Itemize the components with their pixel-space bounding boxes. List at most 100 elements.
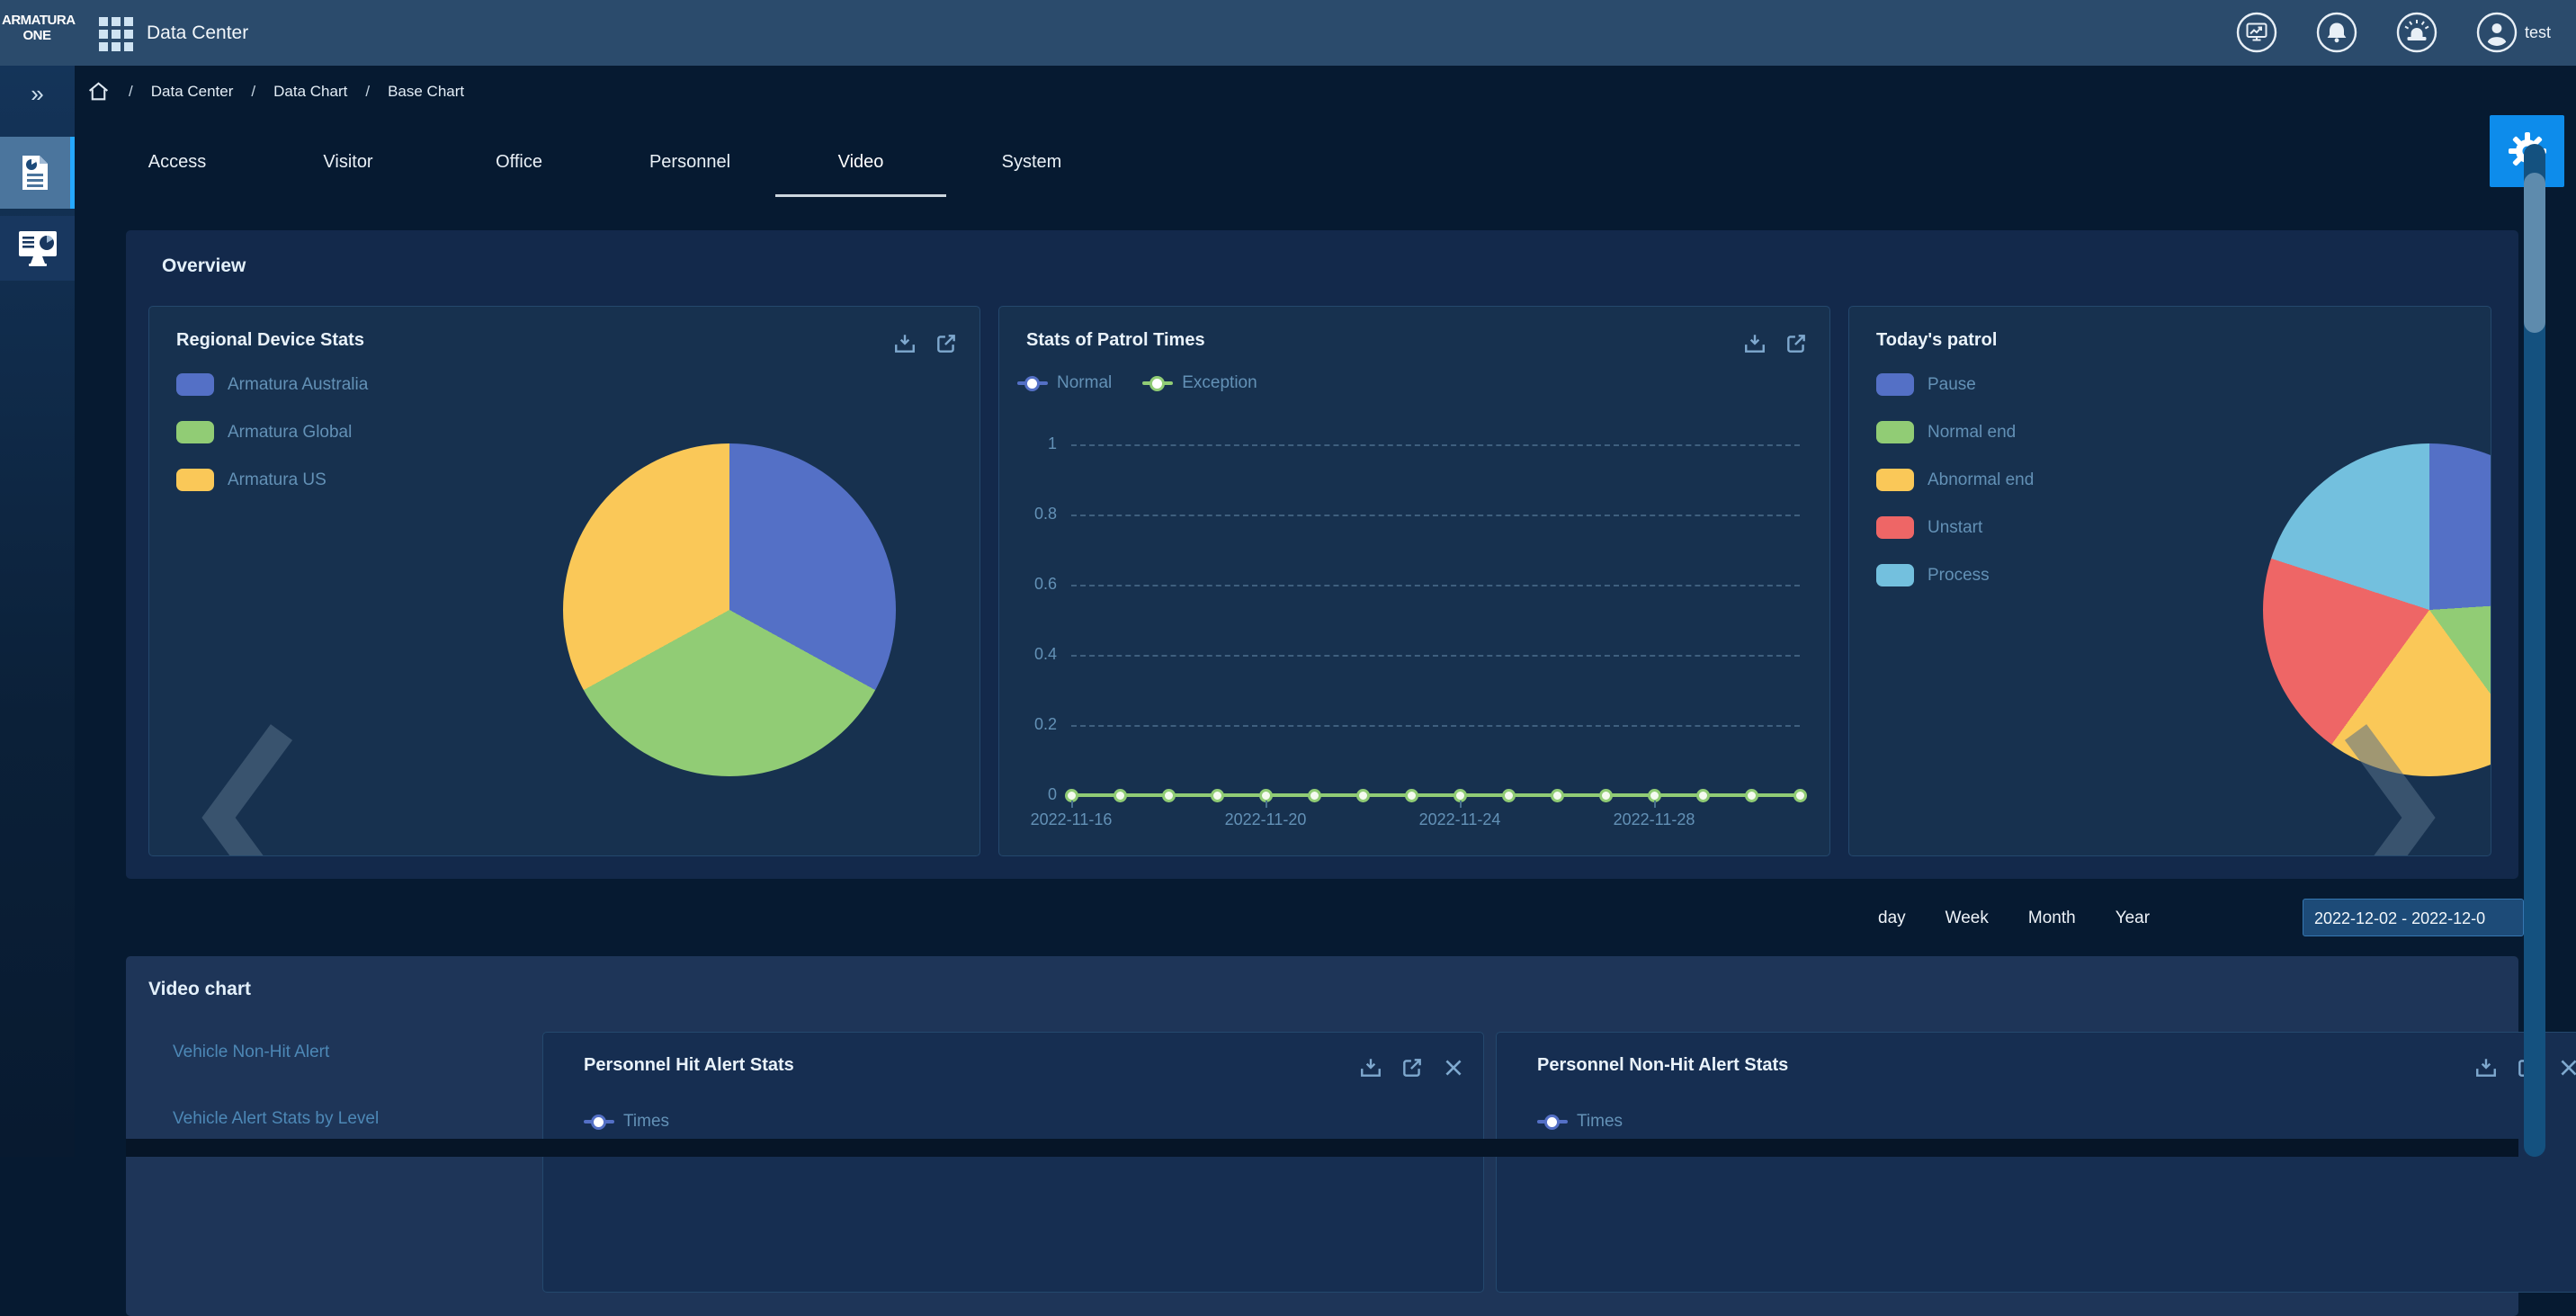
legend-swatch [1876,373,1914,396]
legend-swatch [1876,516,1914,539]
legend-item-process[interactable]: Process [1876,564,2034,586]
overview-panel: Overview Regional Device Stats Armatura … [126,230,2518,879]
legend-item-armatura-global[interactable]: Armatura Global [176,421,368,443]
legend-swatch [176,421,214,443]
topbar-actions: test [2236,12,2551,53]
legend-label: Normal end [1928,423,2016,443]
line-legend: Times [1537,1112,1623,1132]
card-todays-patrol: Today's patrol Pause Normal end Abnormal e… [1848,306,2491,856]
filter-month[interactable]: Month [2028,909,2076,928]
breadcrumb-item-base-chart[interactable]: Base Chart [388,83,464,101]
x-axis-tick-label: 2022-11-28 [1614,810,1695,829]
carousel-next-arrow-icon[interactable] [2339,721,2438,856]
data-point-marker [1745,789,1758,802]
sidebar-expand-icon[interactable]: » [0,80,75,108]
vertical-scrollbar-track[interactable] [2524,144,2545,1157]
data-point-marker [1114,789,1127,802]
data-point-marker [1793,789,1807,802]
tab-access[interactable]: Access [92,127,263,197]
open-external-icon[interactable] [935,332,958,355]
data-point-marker [1162,789,1176,802]
legend-item-armatura-australia[interactable]: Armatura Australia [176,373,368,396]
download-icon[interactable] [893,332,917,355]
open-external-icon[interactable] [1400,1056,1424,1079]
legend-label: Abnormal end [1928,470,2034,490]
username-label: test [2525,23,2551,42]
legend-swatch [176,373,214,396]
dashboard-monitor-icon[interactable] [2236,12,2277,53]
filter-week[interactable]: Week [1945,909,1989,928]
home-icon[interactable] [86,79,111,103]
breadcrumb-separator: / [365,83,370,101]
x-axis-tick-label: 2022-11-20 [1225,810,1307,829]
data-point-marker [1599,789,1613,802]
legend-label: Times [623,1112,669,1132]
filter-day[interactable]: day [1878,909,1906,928]
pie-legend: Pause Normal end Abnormal end Unstart Proces… [1876,373,2034,612]
legend-item-times[interactable]: Times [584,1112,669,1132]
legend-label: Unstart [1928,518,1982,538]
carousel-prev-arrow-icon[interactable] [199,721,298,856]
breadcrumb-item-data-chart[interactable]: Data Chart [273,83,347,101]
app-launcher-grid-icon[interactable] [99,17,133,51]
tab-system[interactable]: System [946,127,1117,197]
video-chart-link-vehicle-non-hit-alert[interactable]: Vehicle Non-Hit Alert [173,1043,379,1062]
breadcrumb-item-data-center[interactable]: Data Center [151,83,234,101]
download-icon[interactable] [2474,1056,2498,1079]
alarm-siren-icon[interactable] [2396,12,2437,53]
tab-video[interactable]: Video [775,127,946,197]
tab-office[interactable]: Office [434,127,604,197]
line-legend: Times [584,1112,669,1132]
chart-tabs: AccessVisitorOfficePersonnelVideoSystem [92,127,1117,197]
legend-swatch [1876,469,1914,491]
video-chart-section: Video chart Vehicle Non-Hit AlertVehicle… [126,956,2518,1316]
card-title: Personnel Non-Hit Alert Stats [1537,1055,1788,1076]
legend-swatch [1876,564,1914,586]
legend-item-unstart[interactable]: Unstart [1876,516,2034,539]
close-icon[interactable] [2557,1056,2576,1079]
legend-label: Times [1577,1112,1623,1132]
y-axis-tick-label: 1 [999,434,1057,453]
series-line-exception [1071,793,1800,797]
logo-line1: ARMATURA [2,13,72,28]
x-axis-tick [1460,801,1462,808]
legend-label: Armatura US [228,470,326,490]
video-chart-link-vehicle-alert-stats-by-level[interactable]: Vehicle Alert Stats by Level [173,1109,379,1129]
legend-item-armatura-us[interactable]: Armatura US [176,469,368,491]
patrol-times-line-chart: 10.80.60.40.202022-11-162022-11-202022-1… [999,307,1829,855]
report-document-icon [20,153,50,192]
line-legend-marker-icon [1537,1120,1568,1124]
card-title: Today's patrol [1876,330,1997,351]
notification-bell-icon[interactable] [2316,12,2357,53]
logo-line2: ONE [2,28,72,43]
download-icon[interactable] [1359,1056,1382,1079]
data-point-marker [1502,789,1516,802]
data-point-marker [1308,789,1321,802]
data-point-marker [1405,789,1418,802]
tab-personnel[interactable]: Personnel [604,127,775,197]
user-avatar-icon [2476,12,2518,53]
close-icon[interactable] [1442,1056,1465,1079]
sidebar-item-data-chart[interactable] [0,137,75,209]
legend-item-normal-end[interactable]: Normal end [1876,421,2034,443]
tab-visitor[interactable]: Visitor [263,127,434,197]
page-title: Data Center [147,0,248,66]
date-range-input[interactable]: 2022-12-02 - 2022-12-0 [2303,899,2524,936]
y-axis-tick-label: 0.6 [999,575,1057,594]
legend-swatch [1876,421,1914,443]
data-point-marker [1696,789,1710,802]
gridline [1071,515,1800,516]
sidebar-item-data-screen[interactable] [0,216,75,281]
breadcrumb-separator: / [251,83,255,101]
regional-device-stats-pie [563,443,896,776]
gridline [1071,725,1800,727]
filter-year[interactable]: Year [2115,909,2150,928]
vertical-scrollbar-thumb[interactable] [2524,173,2545,333]
legend-item-times[interactable]: Times [1537,1112,1623,1132]
armatura-one-logo: ARMATURA ONE [2,13,72,43]
breadcrumb-separator: / [129,83,133,101]
legend-swatch [176,469,214,491]
user-menu[interactable]: test [2476,12,2551,53]
legend-item-abnormal-end[interactable]: Abnormal end [1876,469,2034,491]
legend-item-pause[interactable]: Pause [1876,373,2034,396]
